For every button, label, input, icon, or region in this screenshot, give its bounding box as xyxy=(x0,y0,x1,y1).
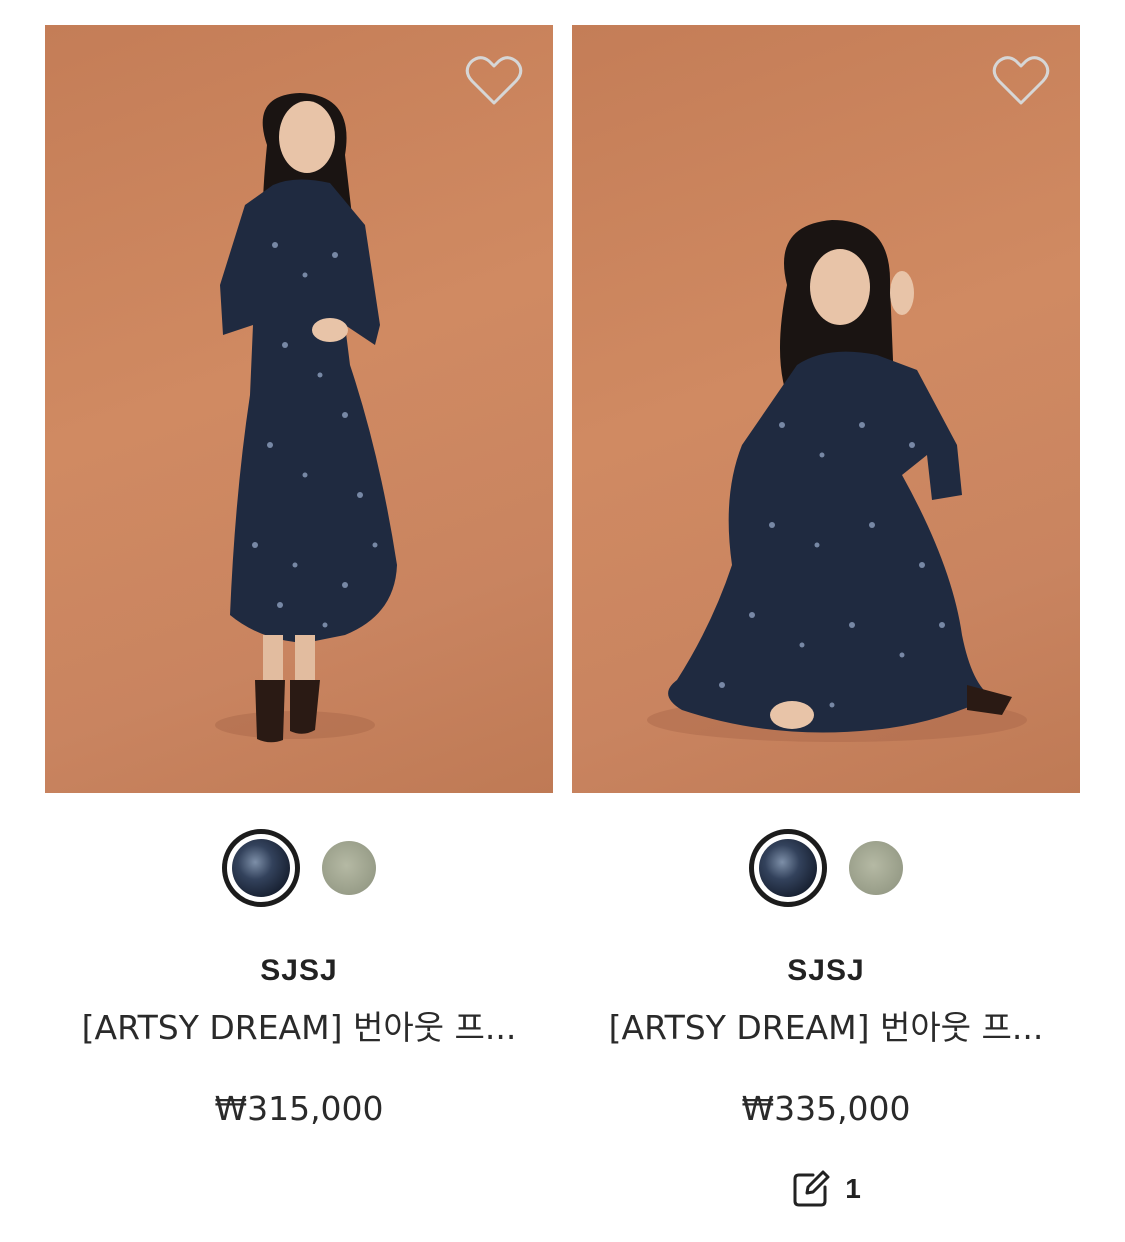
product-image[interactable] xyxy=(572,25,1080,793)
edit-review-icon xyxy=(793,1170,830,1207)
brand-name[interactable]: SJSJ xyxy=(572,953,1080,989)
favorite-heart-icon[interactable] xyxy=(992,55,1050,107)
color-swatches xyxy=(572,828,1080,908)
review-count-label: 1 xyxy=(845,1173,861,1204)
product-name[interactable]: [ARTSY DREAM] 번아웃 프... xyxy=(45,1007,553,1049)
model-kneeling-illustration xyxy=(647,220,1027,742)
brand-name[interactable]: SJSJ xyxy=(45,953,553,989)
product-card[interactable]: SJSJ [ARTSY DREAM] 번아웃 프... ₩335,000 1 xyxy=(572,25,1080,1209)
product-name[interactable]: [ARTSY DREAM] 번아웃 프... xyxy=(572,1007,1080,1049)
product-price: ₩335,000 xyxy=(741,1089,911,1128)
product-image[interactable] xyxy=(45,25,553,793)
color-swatch-sage[interactable] xyxy=(849,841,903,895)
product-price: ₩315,000 xyxy=(214,1089,384,1128)
color-swatch-navy[interactable] xyxy=(749,829,827,907)
color-swatches xyxy=(45,828,553,908)
product-card[interactable]: SJSJ [ARTSY DREAM] 번아웃 프... ₩315,000 xyxy=(45,25,553,1129)
model-standing-illustration xyxy=(215,93,397,743)
review-count[interactable]: 1 xyxy=(572,1169,1080,1209)
color-swatch-navy[interactable] xyxy=(222,829,300,907)
color-swatch-sage[interactable] xyxy=(322,841,376,895)
favorite-heart-icon[interactable] xyxy=(465,55,523,107)
